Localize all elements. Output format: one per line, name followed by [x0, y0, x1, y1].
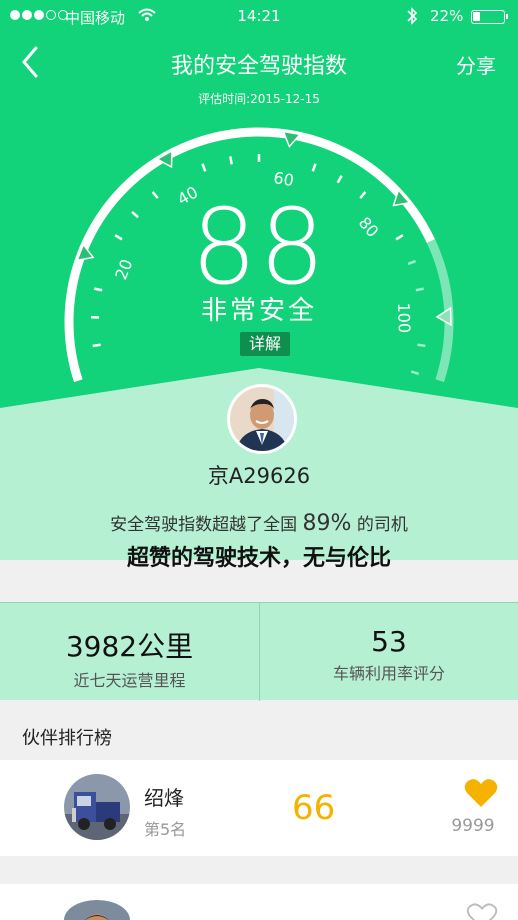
partner-rank: 第5名	[144, 820, 187, 839]
driving-comment: 超赞的驾驶技术，无与伦比	[126, 546, 391, 571]
ranking-title: 伙伴排行榜	[22, 728, 112, 749]
gauge-minor-tick	[201, 163, 207, 172]
stats-panel: 3982公里 近七天运营里程 53 车辆利用率评分	[0, 602, 518, 701]
stat-value: 3982公里	[65, 630, 194, 663]
safety-level: 非常安全	[200, 296, 317, 326]
stat-value: 53	[371, 625, 407, 658]
share-button[interactable]: 分享	[456, 50, 496, 79]
partner-score: 66	[292, 788, 336, 828]
partner-avatar	[64, 900, 130, 920]
partner-avatar	[64, 774, 130, 840]
gauge-minor-tick	[417, 343, 426, 348]
header-panel: 中国移动 14:21 22% 我的安全驾驶指数 分享 评估时间:2015-12-…	[0, 0, 518, 571]
page-title: 我的安全驾驶指数	[170, 54, 347, 79]
summary-percent: 89%	[302, 511, 352, 536]
battery-percent: 22%	[430, 7, 464, 25]
stat-mileage: 3982公里 近七天运营里程	[0, 603, 259, 701]
nav-bar: 我的安全驾驶指数 分享	[0, 40, 518, 84]
gauge-minor-tick	[311, 163, 317, 172]
heart-outline-icon[interactable]	[466, 902, 498, 920]
gauge-minor-tick	[229, 156, 233, 165]
summary-suffix: 的司机	[356, 515, 408, 535]
gauge-minor-tick	[336, 175, 343, 184]
license-plate: 京A29626	[207, 464, 311, 488]
ranking-header: 伙伴排行榜	[0, 708, 518, 760]
stat-utilization: 53 车辆利用率评分	[259, 603, 518, 701]
gauge-minor-tick	[92, 343, 101, 348]
driver-avatar	[227, 384, 297, 454]
ranking-row[interactable]: 绍烽 第5名 66 9999	[0, 760, 518, 856]
detail-button[interactable]: 详解	[240, 332, 290, 356]
status-bar: 中国移动 14:21 22%	[0, 6, 518, 28]
stat-label: 近七天运营里程	[73, 671, 186, 690]
summary-text: 安全驾驶指数超越了全国 89% 的司机	[0, 510, 518, 536]
gauge-minor-tick	[410, 370, 420, 376]
partner-name: 绍烽	[144, 786, 184, 810]
summary-prefix: 安全驾驶指数超越了全国	[110, 515, 298, 535]
stat-label: 车辆利用率评分	[332, 664, 445, 683]
heart-icon[interactable]	[464, 778, 498, 808]
battery-icon	[471, 10, 508, 24]
bluetooth-icon	[405, 7, 419, 29]
ranking-row-partial[interactable]	[0, 884, 518, 920]
like-count: 9999	[451, 816, 495, 836]
